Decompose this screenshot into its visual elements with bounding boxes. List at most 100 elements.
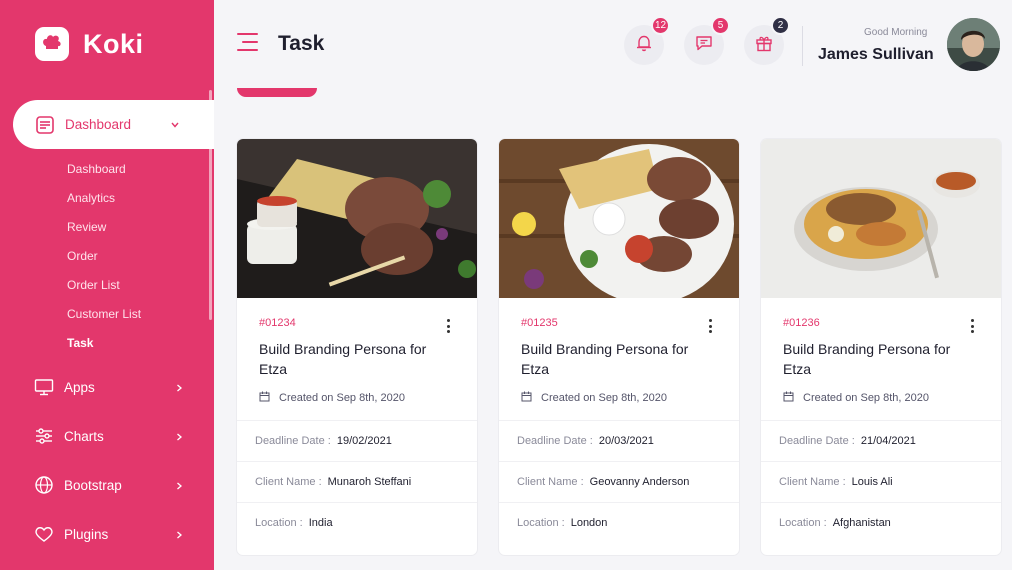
task-client-row: Client Name : Munaroh Steffani [237,461,477,501]
submenu-item-order[interactable]: Order [67,247,141,276]
deadline-value: 20/03/2021 [598,434,654,447]
brand[interactable]: Koki [35,27,144,61]
task-created-date: Created on Sep 8th, 2020 [783,391,929,405]
submenu-item-dashboard[interactable]: Dashboard [67,160,141,189]
client-value: Louis Ali [851,475,893,488]
chevron-right-icon [174,528,184,543]
page-title: Task [278,32,325,55]
submenu-item-analytics[interactable]: Analytics [67,189,141,218]
calendar-icon [259,391,270,405]
dashboard-icon [35,115,55,135]
client-value: Munaroh Steffani [327,475,412,488]
task-location-row: Location : Afghanistan [761,502,1001,542]
more-options-icon[interactable] [447,319,451,333]
brand-name: Koki [83,28,144,59]
gifts-button[interactable]: 2 [744,16,790,65]
tab-indicator [237,88,317,97]
task-card[interactable]: #01235 Build Branding Persona for Etza C… [499,139,739,555]
task-created-date: Created on Sep 8th, 2020 [521,391,667,405]
gift-icon [754,33,774,58]
messages-button[interactable]: 5 [684,16,730,65]
client-label: Client Name : [517,475,584,488]
task-card[interactable]: #01234 Build Branding Persona for Etza C… [237,139,477,555]
deadline-value: 21/04/2021 [860,434,916,447]
task-card-image [761,139,1001,298]
task-card[interactable]: #01236 Build Branding Persona for Etza C… [761,139,1001,555]
sidebar: Koki Dashboard Dashboard Analytics Revie… [0,0,214,570]
nav-bootstrap[interactable]: Bootstrap [34,475,184,495]
dashboard-submenu: Dashboard Analytics Review Order Order L… [67,160,141,363]
chevron-right-icon [174,430,184,445]
task-title[interactable]: Build Branding Persona for Etza [783,339,973,379]
chevron-down-icon [170,118,180,133]
task-id: #01235 [521,317,558,329]
task-deadline-row: Deadline Date : 20/03/2021 [499,420,739,460]
task-location-row: Location : India [237,502,477,542]
more-options-icon[interactable] [971,319,975,333]
chevron-right-icon [174,381,184,396]
deadline-label: Deadline Date : [517,434,593,447]
chat-icon [694,33,714,58]
task-title[interactable]: Build Branding Persona for Etza [259,339,449,379]
user-name[interactable]: James Sullivan [818,46,934,64]
bell-icon [634,33,654,58]
chef-hat-icon [35,27,69,61]
submenu-item-review[interactable]: Review [67,218,141,247]
nav-dashboard-label: Dashboard [65,117,132,132]
deadline-label: Deadline Date : [779,434,855,447]
deadline-label: Deadline Date : [255,434,331,447]
nav-plugins-label: Plugins [64,526,109,542]
notifications-button[interactable]: 12 [624,16,670,65]
task-created-text: Created on Sep 8th, 2020 [803,392,929,404]
nav-apps[interactable]: Apps [34,377,184,397]
nav-dashboard[interactable]: Dashboard [13,100,214,149]
calendar-icon [521,391,532,405]
deadline-value: 19/02/2021 [336,434,392,447]
task-created-date: Created on Sep 8th, 2020 [259,391,405,405]
messages-badge: 5 [711,16,730,35]
submenu-item-order-list[interactable]: Order List [67,276,141,305]
location-value: Afghanistan [832,516,891,529]
submenu-item-customer-list[interactable]: Customer List [67,305,141,334]
location-value: India [308,516,333,529]
task-client-row: Client Name : Geovanny Anderson [499,461,739,501]
task-created-text: Created on Sep 8th, 2020 [279,392,405,404]
task-deadline-row: Deadline Date : 21/04/2021 [761,420,1001,460]
task-card-image [237,139,477,298]
gifts-badge: 2 [771,16,790,35]
calendar-icon [783,391,794,405]
sliders-icon [34,426,54,446]
notifications-badge: 12 [651,16,670,35]
globe-icon [34,475,54,495]
nav-charts[interactable]: Charts [34,426,184,446]
greeting-text: Good Morning [864,27,928,38]
location-label: Location : [517,516,565,529]
task-created-text: Created on Sep 8th, 2020 [541,392,667,404]
task-location-row: Location : London [499,502,739,542]
task-id: #01236 [783,317,820,329]
hamburger-menu-icon[interactable] [237,33,258,51]
task-id: #01234 [259,317,296,329]
submenu-item-task[interactable]: Task [67,334,141,363]
task-client-row: Client Name : Louis Ali [761,461,1001,501]
chevron-right-icon [174,479,184,494]
nav-charts-label: Charts [64,428,104,444]
client-value: Geovanny Anderson [589,475,690,488]
task-deadline-row: Deadline Date : 19/02/2021 [237,420,477,460]
task-title[interactable]: Build Branding Persona for Etza [521,339,711,379]
more-options-icon[interactable] [709,319,713,333]
location-label: Location : [779,516,827,529]
header-divider [802,26,803,66]
monitor-icon [34,377,54,397]
client-label: Client Name : [255,475,322,488]
nav-bootstrap-label: Bootstrap [64,477,122,493]
location-value: London [570,516,608,529]
avatar[interactable] [947,18,1000,71]
location-label: Location : [255,516,303,529]
client-label: Client Name : [779,475,846,488]
task-card-image [499,139,739,304]
heart-icon [34,524,54,544]
nav-plugins[interactable]: Plugins [34,524,184,544]
nav-apps-label: Apps [64,379,95,395]
header: Task 12 5 2 Good Morning James Sullivan [214,0,1012,88]
